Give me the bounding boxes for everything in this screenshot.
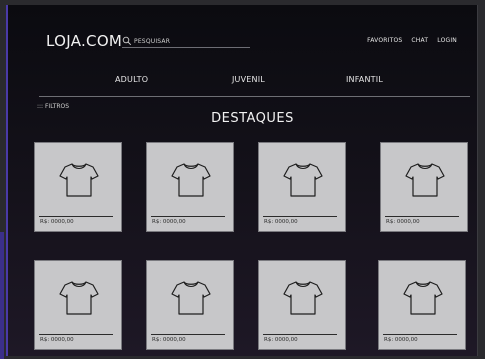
price-divider <box>263 334 337 335</box>
product-price: R$: 0000,00 <box>152 219 186 225</box>
product-price: R$: 0000,00 <box>40 219 74 225</box>
product-card[interactable]: R$: 0000,00 <box>258 260 346 350</box>
nav-login[interactable]: LOGIN <box>437 37 457 44</box>
search-placeholder: PESQUISAR <box>134 37 171 45</box>
filters-button[interactable]: ::: FILTROS <box>37 103 69 110</box>
left-accent-bar <box>0 232 4 359</box>
price-divider <box>385 216 459 217</box>
product-price: R$: 0000,00 <box>264 219 298 225</box>
category-infantil[interactable]: INFANTIL <box>346 75 383 84</box>
search-input[interactable]: PESQUISAR <box>122 35 250 48</box>
product-price: R$: 0000,00 <box>152 337 186 343</box>
product-card[interactable]: R$: 0000,00 <box>34 142 122 232</box>
tshirt-icon <box>403 281 443 315</box>
category-juvenil[interactable]: JUVENIL <box>232 75 265 84</box>
tshirt-icon <box>59 163 99 197</box>
product-price: R$: 0000,00 <box>40 337 74 343</box>
price-divider <box>151 334 225 335</box>
top-nav: FAVORITOS CHAT LOGIN <box>367 37 457 44</box>
tshirt-icon <box>171 281 211 315</box>
product-card[interactable]: R$: 0000,00 <box>34 260 122 350</box>
price-divider <box>151 216 225 217</box>
product-card[interactable]: R$: 0000,00 <box>380 142 468 232</box>
tshirt-icon <box>405 163 445 197</box>
tshirt-icon <box>283 281 323 315</box>
site-logo[interactable]: LOJA.COM <box>46 32 122 50</box>
product-price: R$: 0000,00 <box>384 337 418 343</box>
price-divider <box>263 216 337 217</box>
section-title: DESTAQUES <box>211 111 294 126</box>
product-card[interactable]: R$: 0000,00 <box>146 142 234 232</box>
product-grid: R$: 0000,00 R$: 0000,00 R$: 0000,00 R$: … <box>34 142 470 352</box>
product-card[interactable]: R$: 0000,00 <box>146 260 234 350</box>
nav-chat[interactable]: CHAT <box>411 37 428 44</box>
price-divider <box>39 216 113 217</box>
search-icon <box>122 36 132 46</box>
price-divider <box>383 334 457 335</box>
price-divider <box>39 334 113 335</box>
header-divider <box>39 96 470 97</box>
tshirt-icon <box>59 281 99 315</box>
tshirt-icon <box>171 163 211 197</box>
product-card[interactable]: R$: 0000,00 <box>378 260 466 350</box>
product-price: R$: 0000,00 <box>264 337 298 343</box>
page: LOJA.COM PESQUISAR FAVORITOS CHAT LOGIN … <box>6 5 478 356</box>
product-price: R$: 0000,00 <box>386 219 420 225</box>
product-card[interactable]: R$: 0000,00 <box>258 142 346 232</box>
tshirt-icon <box>283 163 323 197</box>
nav-favoritos[interactable]: FAVORITOS <box>367 37 402 44</box>
category-adulto[interactable]: ADULTO <box>115 75 148 84</box>
